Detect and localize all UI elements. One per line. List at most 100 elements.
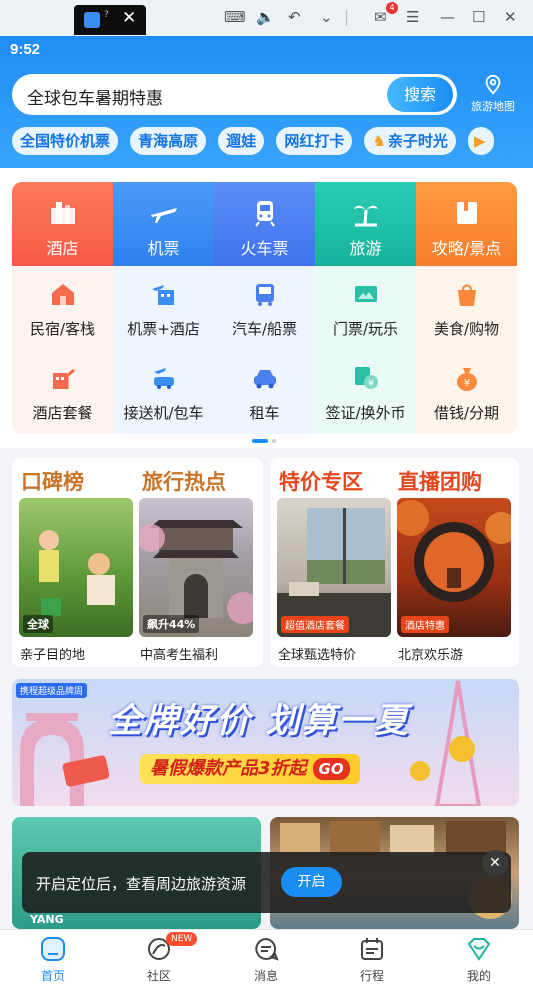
chip[interactable]: 青海高原 [130, 127, 207, 155]
enable-location-button[interactable]: 开启 [281, 867, 342, 897]
grid-label: 机票+酒店 [127, 320, 200, 338]
chip-family[interactable]: ♞ 亲子时光 [364, 127, 456, 155]
close-window-icon[interactable]: ✕ [504, 8, 517, 26]
mail-icon[interactable]: ✉ [374, 8, 387, 26]
divider-icon: | [344, 8, 350, 26]
banner-title: 全牌好价 划算一夏 [108, 701, 410, 741]
go-button[interactable]: GO [312, 758, 350, 780]
svg-text:¥: ¥ [464, 378, 470, 389]
app-icon [84, 12, 100, 28]
keyboard-icon[interactable]: ⌨ [224, 8, 246, 26]
tab-label: 社区 [146, 969, 171, 983]
grid-item-tour[interactable]: 旅游 [315, 182, 416, 266]
trending-tag: 飙升44% [143, 615, 200, 633]
minimize-icon[interactable]: — [440, 8, 455, 26]
house-icon [52, 284, 74, 305]
plane-icon [151, 208, 177, 223]
close-toast-icon[interactable]: ✕ [482, 850, 508, 876]
grid-item-food-shopping[interactable]: 美食/购物 [416, 266, 517, 350]
banner-subtitle: 暑假爆款产品3折起 [150, 758, 307, 779]
live-group-title[interactable]: 直播团购 [398, 466, 482, 496]
travel-map-button[interactable]: 旅游地图 [462, 74, 524, 118]
chip-video[interactable]: ▶ [468, 127, 494, 155]
global-deals-caption: 全球甄选特价 [278, 648, 357, 663]
hotel-package-tag: 超值酒店套餐 [281, 616, 349, 633]
profile-icon [467, 938, 491, 961]
bottom-tab-bar: 首页 NEW 社区 消息 行程 我的 [0, 929, 533, 987]
maximize-icon[interactable]: ☐ [472, 8, 485, 26]
back-icon[interactable]: ↶ [288, 8, 301, 26]
bus-icon [256, 284, 274, 306]
grid-item-guide[interactable]: 攻略/景点 [416, 182, 517, 266]
grid-item-train[interactable]: 火车票 [214, 182, 315, 266]
chevron-down-icon[interactable]: ⌄ [320, 8, 333, 26]
grid-item-flight[interactable]: 机票 [113, 182, 214, 266]
banner-subtitle-box: 暑假爆款产品3折起 GO [140, 754, 360, 784]
tab-messages[interactable]: 消息 [213, 930, 319, 987]
tab-home[interactable]: 首页 [0, 930, 106, 987]
status-time: 9:52 [10, 41, 41, 58]
grid-item-homestay[interactable]: 民宿/客栈 [12, 266, 113, 350]
grid-item-loan[interactable]: ¥ 借钱/分期 [416, 350, 517, 434]
chip[interactable]: 全国特价机票 [12, 127, 119, 155]
exam-caption: 中高考生福利 [140, 648, 219, 663]
search-button[interactable]: 搜索 [387, 77, 453, 112]
tab-label: 我的 [466, 969, 491, 983]
hotel-room-photo[interactable]: 超值酒店套餐 [277, 498, 391, 637]
grid-item-hotel-package[interactable]: 酒店套餐 [12, 350, 113, 434]
tab-mini-label: ? [104, 10, 109, 20]
chip-label: 亲子时光 [387, 132, 448, 150]
rocking-horse-icon: ♞ [372, 132, 386, 150]
grid-item-flight-hotel[interactable]: 机票+酒店 [113, 266, 214, 350]
grid-label: 接送机/包车 [123, 404, 204, 422]
menu-icon[interactable]: ☰ [406, 8, 419, 26]
search-bar[interactable]: 全球包车暑期特惠 搜索 [12, 74, 457, 115]
ticket-icon [355, 286, 377, 302]
tab-itinerary[interactable]: 行程 [319, 930, 425, 987]
grid-item-transfer[interactable]: 接送机/包车 [113, 350, 214, 434]
ranking-title[interactable]: 口碑榜 [21, 466, 84, 496]
message-icon [255, 937, 279, 961]
hot-topics-title[interactable]: 旅行热点 [142, 466, 226, 496]
pagoda-photo[interactable]: 飙升44% [139, 498, 253, 637]
grid-label: 火车票 [240, 239, 289, 258]
moon-gate-photo[interactable]: 酒店特惠 [397, 498, 511, 637]
service-grid: 酒店 机票 火车票 旅游 攻略/景点 民宿/客栈 机票+酒店 汽车/船票 门票/… [12, 182, 517, 434]
shopping-bag-icon [458, 284, 476, 306]
hotel-icon [51, 202, 75, 224]
grid-item-hotel[interactable]: 酒店 [12, 182, 113, 266]
summer-sale-banner[interactable]: 携程超级品牌周 全牌好价 划算一夏 暑假爆款产品3折起 GO [12, 679, 519, 806]
emulator-app-tab[interactable]: ? ✕ [74, 5, 146, 35]
promo-card-right[interactable]: 特价专区 直播团购 超值酒店套餐 酒店特惠 全球甄选特价 北京欢乐游 [270, 458, 519, 667]
volume-icon[interactable]: 🔈 [256, 8, 275, 26]
mail-badge: 4 [386, 2, 398, 14]
grid-item-car-rental[interactable]: 租车 [214, 350, 315, 434]
family-photo[interactable]: 全球 [19, 498, 133, 637]
special-deals-title[interactable]: 特价专区 [279, 466, 363, 496]
tab-label: 行程 [359, 969, 384, 983]
chip[interactable]: 网红打卡 [276, 127, 353, 155]
chip[interactable]: 遛娃 [218, 127, 265, 155]
search-input[interactable]: 全球包车暑期特惠 [27, 84, 163, 109]
tab-profile[interactable]: 我的 [426, 930, 532, 987]
grid-label: 酒店套餐 [32, 404, 93, 422]
quick-chips: 全国特价机票 青海高原 遛娃 网红打卡 ♞ 亲子时光 ▶ [12, 127, 533, 157]
grid-label: 旅游 [349, 239, 382, 258]
grid-item-visa[interactable]: ¥ 签证/换外币 [315, 350, 416, 434]
global-tag: 全球 [23, 615, 53, 633]
grid-label: 汽车/船票 [231, 320, 298, 338]
pager-dot-active [252, 439, 268, 443]
grid-label: 酒店 [46, 239, 79, 258]
beijing-caption: 北京欢乐游 [398, 648, 464, 663]
grid-item-tickets[interactable]: 门票/玩乐 [315, 266, 416, 350]
money-bag-icon: ¥ [457, 368, 477, 391]
svg-text:¥: ¥ [368, 379, 374, 389]
palm-icon [354, 205, 378, 227]
tab-community[interactable]: NEW 社区 [106, 930, 212, 987]
close-tab-icon[interactable]: ✕ [122, 8, 136, 28]
play-icon: ▶ [474, 132, 486, 150]
promo-card-left[interactable]: 口碑榜 旅行热点 全球 飙升44% 亲子目的地 中高考生福利 [12, 458, 263, 667]
emulator-toolbar: ? ✕ ⌨ 🔈 ↶ ⌄ | ✉ 4 ☰ — ☐ ✕ [0, 0, 533, 36]
grid-item-bus-ship[interactable]: 汽车/船票 [214, 266, 315, 350]
travel-map-label: 旅游地图 [471, 100, 515, 113]
